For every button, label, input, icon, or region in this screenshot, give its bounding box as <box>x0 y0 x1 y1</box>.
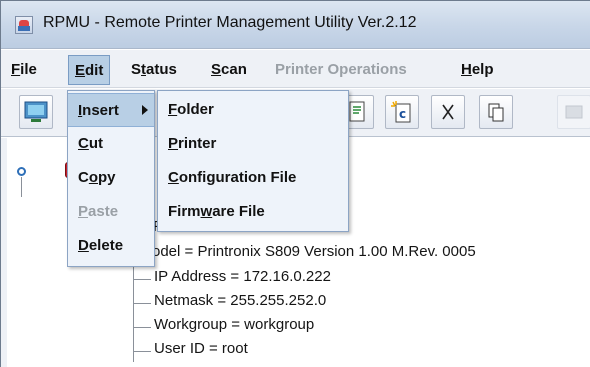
copy-mnemonic: o <box>88 169 99 186</box>
app-icon <box>15 16 33 34</box>
menu-item-cut[interactable]: Cut <box>68 127 154 161</box>
firmware-file-text: Firm <box>168 203 201 220</box>
cut-text-rest: ut <box>88 135 104 152</box>
tree-branch-line <box>133 351 151 352</box>
menu-status[interactable]: Status <box>131 61 177 78</box>
disabled-tool-icon <box>557 95 590 129</box>
menu-file-text-rest: ile <box>20 61 37 78</box>
firmware-file-mnemonic: w <box>200 203 213 220</box>
printer-mnemonic: P <box>168 135 179 152</box>
network-icon[interactable] <box>19 95 53 129</box>
rpmu-window: RPMU - Remote Printer Management Utility… <box>0 0 590 367</box>
new-configuration-icon[interactable]: c <box>385 95 419 129</box>
tree-connector <box>21 177 22 197</box>
printer-text-rest: rinter <box>178 135 217 152</box>
menu-help-mnemonic: H <box>461 61 472 78</box>
tree-branch-line <box>133 327 151 328</box>
menu-edit-mnemonic: E <box>75 62 86 79</box>
tree-model[interactable]: odel = Printronix S809 Version 1.00 M.Re… <box>152 243 476 260</box>
menu-scan-text-rest: can <box>221 61 247 78</box>
menu-item-delete[interactable]: Delete <box>68 229 154 263</box>
window-title: RPMU - Remote Printer Management Utility… <box>43 14 417 31</box>
copy-text-rest: py <box>98 169 116 186</box>
menu-scan[interactable]: Scan <box>211 61 247 78</box>
tree-ip-address[interactable]: IP Address = 172.16.0.222 <box>154 268 331 285</box>
menu-file[interactable]: File <box>11 61 37 78</box>
tree-root-icon[interactable] <box>17 167 26 176</box>
tree-workgroup[interactable]: Workgroup = workgroup <box>154 316 314 333</box>
menu-printer-operations: Printer Operations <box>275 61 407 78</box>
insert-text-rest: nsert <box>82 102 119 119</box>
menu-edit-text-rest: dit <box>85 62 104 79</box>
cut-icon[interactable] <box>431 95 465 129</box>
tree-netmask[interactable]: Netmask = 255.255.252.0 <box>154 292 326 309</box>
menu-item-paste: Paste <box>68 195 154 229</box>
title-bar[interactable]: RPMU - Remote Printer Management Utility… <box>1 1 590 49</box>
configuration-file-mnemonic: C <box>168 169 179 186</box>
menu-file-mnemonic: F <box>11 61 21 78</box>
svg-text:c: c <box>399 107 406 121</box>
menu-help[interactable]: Help <box>461 61 494 78</box>
submenu-item-folder[interactable]: Folder <box>158 93 348 127</box>
submenu-item-firmware-file[interactable]: Firmware File <box>158 195 348 229</box>
tree-branch-line <box>133 303 151 304</box>
configuration-file-text-rest: onfiguration File <box>178 169 297 186</box>
delete-text-rest: elete <box>88 237 124 254</box>
menu-status-text: S <box>131 61 142 78</box>
menu-item-insert[interactable]: Insert <box>68 93 154 127</box>
insert-submenu: Folder Printer Configuration File Firmwa… <box>157 90 349 232</box>
tree-branch-line <box>133 279 151 280</box>
menu-scan-mnemonic: S <box>211 61 222 78</box>
menu-item-copy[interactable]: Copy <box>68 161 154 195</box>
copy-text: C <box>78 169 89 186</box>
folder-text-rest: older <box>177 101 214 118</box>
menu-edit[interactable]: Edit <box>68 55 111 85</box>
menu-help-text-rest: elp <box>471 61 494 78</box>
folder-mnemonic: F <box>168 101 178 118</box>
paste-text-rest: aste <box>88 203 119 220</box>
delete-mnemonic: D <box>78 237 89 254</box>
submenu-item-configuration-file[interactable]: Configuration File <box>158 161 348 195</box>
tree-user-id[interactable]: User ID = root <box>154 340 248 357</box>
cut-mnemonic: C <box>78 135 89 152</box>
menu-bar: File Edit Status Scan Printer Operations… <box>1 50 590 88</box>
submenu-arrow-icon <box>142 105 148 115</box>
submenu-item-printer[interactable]: Printer <box>158 127 348 161</box>
edit-menu-dropdown: Insert Cut Copy Paste Delete <box>67 90 155 267</box>
copy-icon[interactable] <box>479 95 513 129</box>
menu-status-text-rest: atus <box>146 61 177 78</box>
firmware-file-text-rest: are File <box>212 203 265 220</box>
paste-mnemonic: P <box>78 203 89 220</box>
